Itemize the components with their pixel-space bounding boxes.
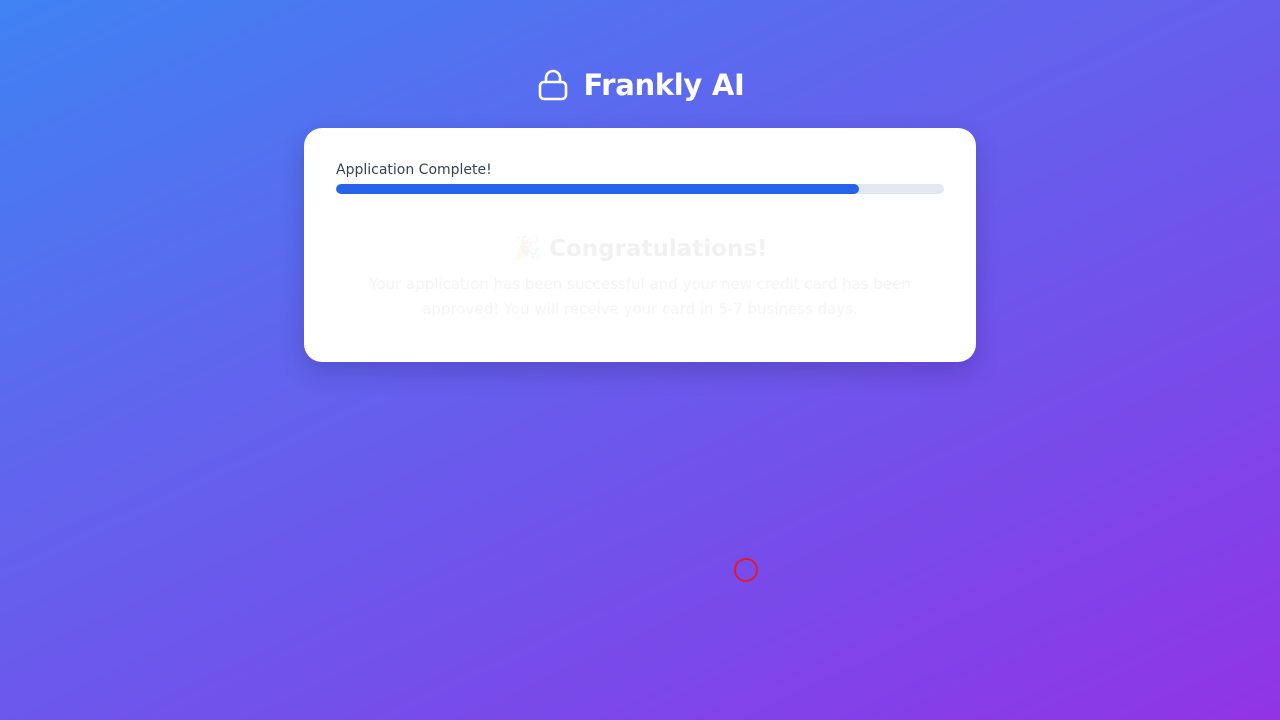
congratulations-message: Your application has been successful and… [369, 275, 911, 318]
progress-bar-fill [336, 184, 859, 194]
cursor-marker [734, 558, 758, 582]
app-title: Frankly AI [583, 68, 745, 102]
progress-bar [336, 184, 944, 194]
congratulations-title: 🎉 Congratulations! [512, 236, 768, 262]
app-header: Frankly AI [0, 64, 1280, 106]
lock-icon [536, 67, 570, 103]
progress-label: Application Complete! [336, 162, 492, 178]
congratulations-section: 🎉 Congratulations! Your application has … [336, 234, 944, 322]
application-status-card: Application Complete! 🎉 Congratulations!… [304, 128, 976, 362]
